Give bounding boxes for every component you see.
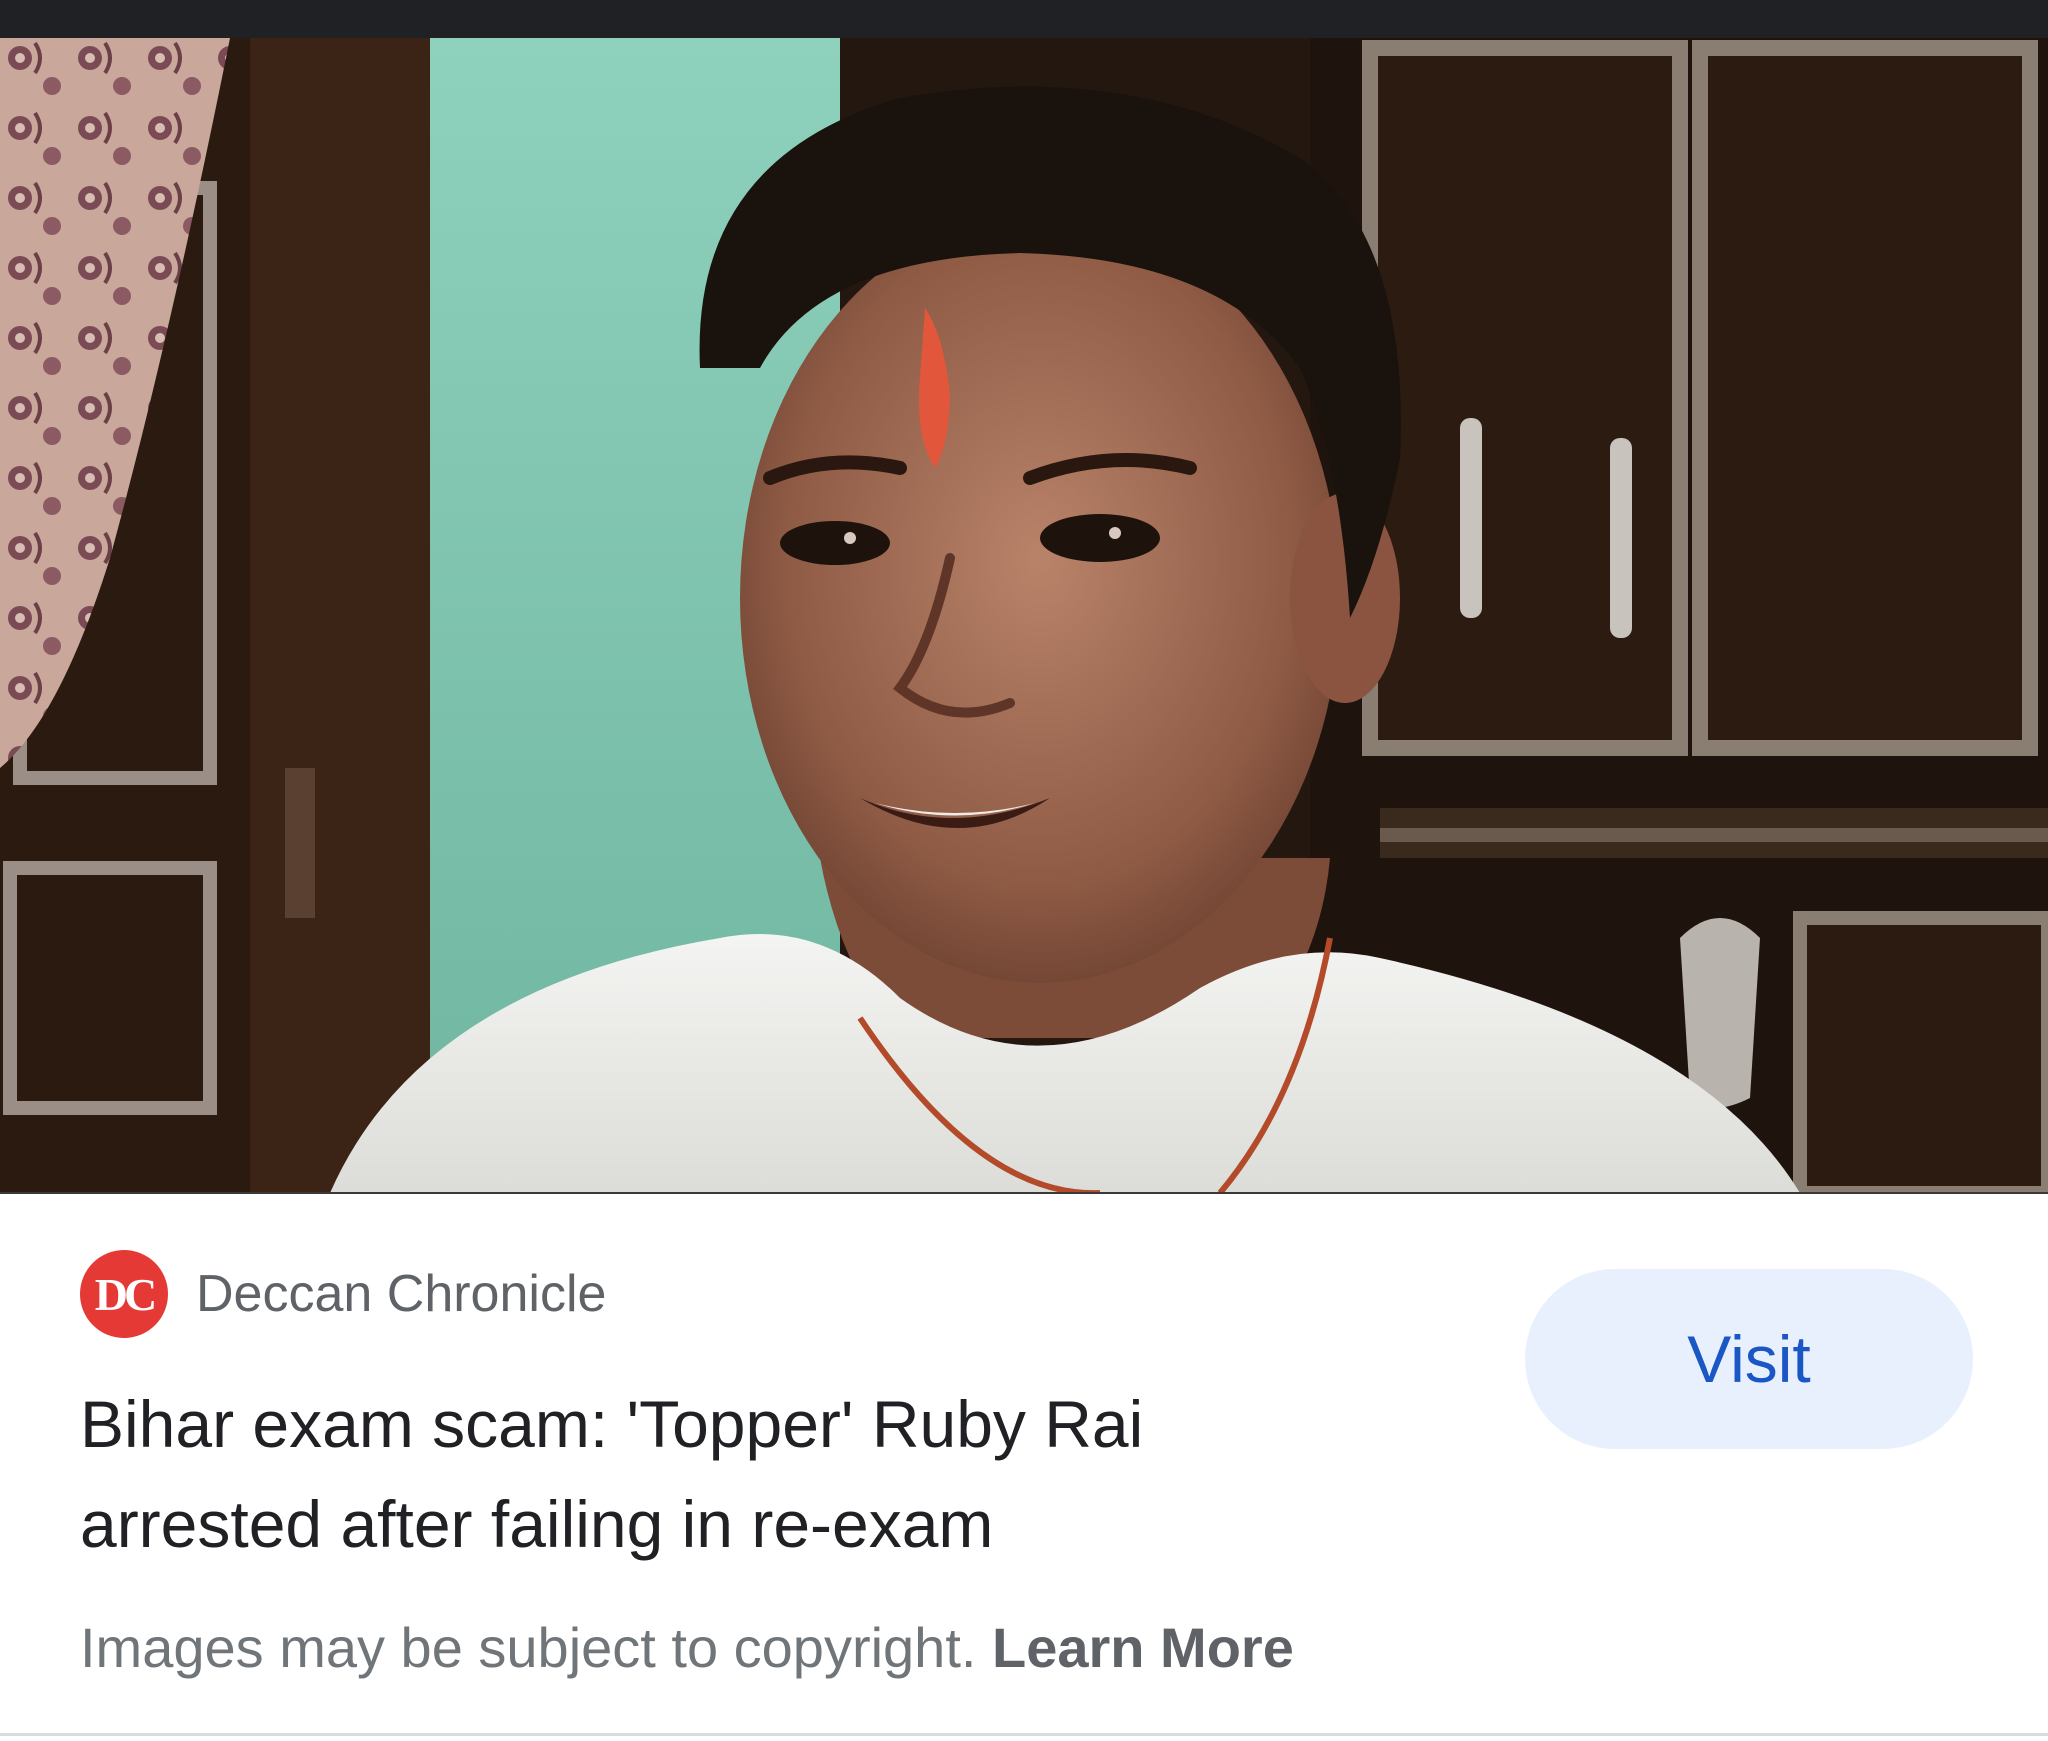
copyright-notice: Images may be subject to copyright. Lear… xyxy=(80,1614,1294,1681)
copyright-text: Images may be subject to copyright. xyxy=(80,1616,977,1679)
source-logo-icon: DC xyxy=(80,1250,168,1338)
top-bar xyxy=(0,0,2048,38)
source-row[interactable]: DC Deccan Chronicle xyxy=(80,1249,606,1339)
headline-link[interactable]: Bihar exam scam: 'Topper' Ruby Rai arres… xyxy=(80,1374,1460,1574)
visit-button[interactable]: Visit xyxy=(1525,1269,1973,1449)
bottom-divider xyxy=(0,1733,2048,1736)
news-photo[interactable] xyxy=(0,38,2048,1193)
result-card: DC Deccan Chronicle Bihar exam scam: 'To… xyxy=(0,1194,2048,1734)
headline-line-2: arrested after failing in re-exam xyxy=(80,1487,994,1561)
source-name: Deccan Chronicle xyxy=(196,1265,607,1323)
learn-more-link[interactable]: Learn More xyxy=(992,1616,1294,1679)
news-photo-illustration xyxy=(0,38,2048,1193)
headline-line-1: Bihar exam scam: 'Topper' Ruby Rai xyxy=(80,1387,1144,1461)
image-preview-page: DC Deccan Chronicle Bihar exam scam: 'To… xyxy=(0,0,2048,1741)
